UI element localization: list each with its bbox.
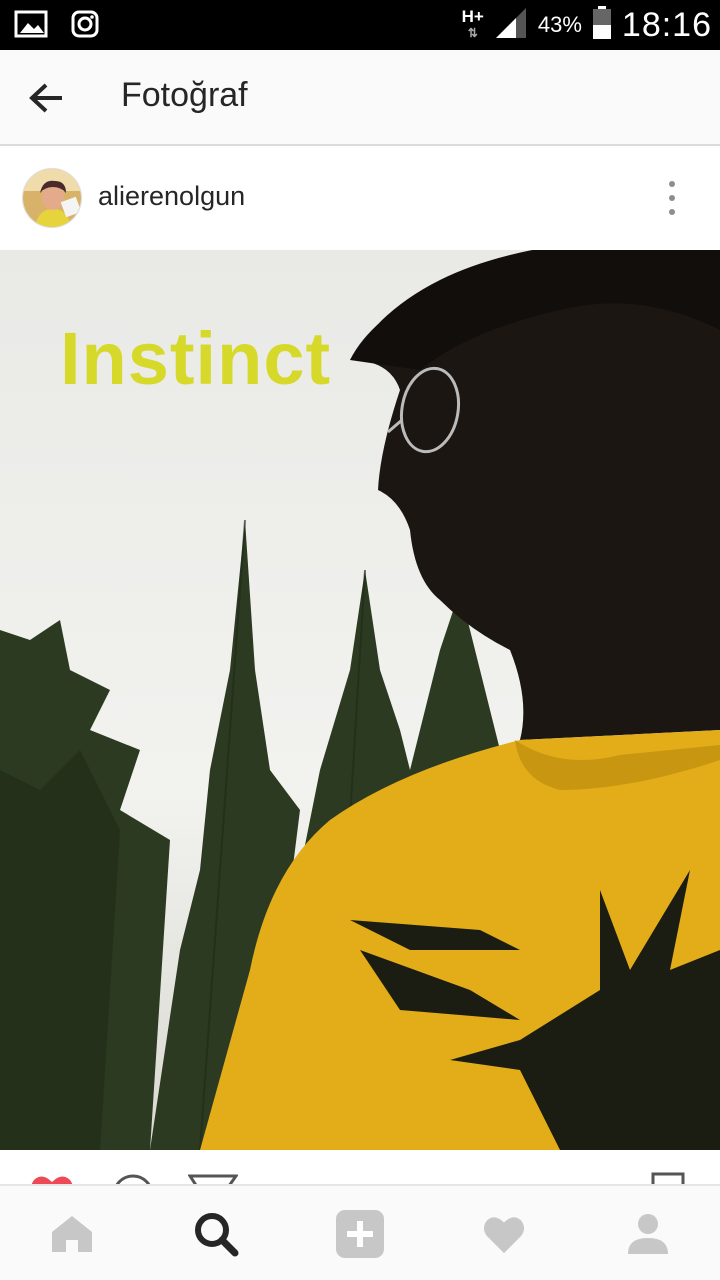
more-options-button[interactable]	[660, 178, 684, 218]
username[interactable]: alierenolgun	[98, 181, 245, 212]
nav-add[interactable]	[334, 1208, 386, 1260]
avatar[interactable]	[22, 168, 82, 228]
back-button[interactable]	[22, 76, 70, 120]
post-photo[interactable]: Instinct	[0, 250, 720, 1150]
arrow-left-icon	[29, 83, 62, 113]
nav-activity[interactable]	[478, 1208, 530, 1260]
nav-search[interactable]	[190, 1208, 242, 1260]
add-icon	[336, 1210, 384, 1258]
profile-icon	[628, 1214, 668, 1254]
heart-icon	[483, 1217, 525, 1254]
search-icon	[195, 1213, 239, 1257]
status-bar: H+ ⇅ 43% 18:16	[0, 0, 720, 50]
clock: 18:16	[621, 5, 712, 44]
more-vertical-icon	[669, 181, 675, 215]
network-type: H+ ⇅	[461, 7, 484, 40]
gallery-icon	[14, 9, 48, 43]
bottom-nav	[0, 1184, 720, 1280]
signal-icon	[494, 6, 528, 44]
nav-profile[interactable]	[622, 1208, 674, 1260]
battery-percent: 43%	[537, 12, 582, 37]
nav-home[interactable]	[46, 1208, 98, 1260]
battery-icon	[592, 6, 612, 44]
page-title: Fotoğraf	[121, 76, 248, 114]
post-header: alierenolgun	[0, 148, 720, 248]
app-header: Fotoğraf	[0, 50, 720, 146]
home-icon	[52, 1216, 92, 1252]
photo-caption: Instinct	[60, 317, 332, 400]
instagram-icon	[70, 9, 100, 43]
